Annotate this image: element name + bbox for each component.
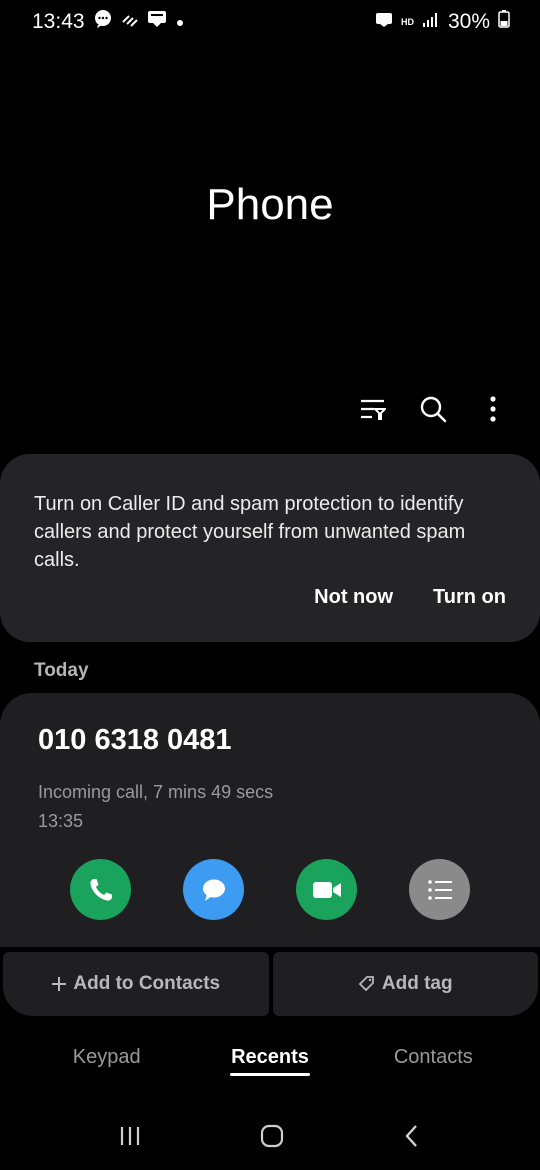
more-vertical-icon [490, 396, 496, 422]
page-title: Phone [206, 180, 334, 229]
home-button[interactable] [259, 1123, 285, 1154]
status-right: HD 30% [375, 10, 510, 34]
wifi-call-icon [121, 10, 139, 34]
not-now-button[interactable]: Not now [314, 586, 393, 609]
chat-notification-icon [93, 9, 113, 35]
call-number: 010 6318 0481 [38, 724, 232, 756]
message-notification-icon [147, 10, 167, 34]
battery-icon [498, 10, 510, 34]
filter-icon [361, 399, 386, 420]
bottom-tabs: Keypad Recents Contacts [0, 1046, 540, 1076]
call-time: 13:35 [38, 811, 84, 831]
caller-id-banner: Turn on Caller ID and spam protection to… [0, 454, 540, 642]
tab-contacts[interactable]: Contacts [363, 1046, 503, 1076]
action-bar [356, 390, 510, 428]
banner-actions: Not now Turn on [314, 586, 506, 609]
back-button[interactable] [402, 1123, 422, 1154]
plus-icon [52, 977, 67, 991]
status-time: 13:43 [32, 10, 85, 33]
home-icon [260, 1124, 284, 1147]
tab-recents-label: Recents [231, 1046, 309, 1068]
add-tag-label: Add tag [381, 973, 453, 994]
details-button[interactable] [409, 859, 470, 920]
call-bottom-actions: Add to Contacts Add tag [3, 952, 538, 1016]
call-detail: Incoming call, 7 mins 49 secs [38, 782, 274, 802]
add-to-contacts-button[interactable]: Add to Contacts [3, 952, 269, 1016]
banner-text: Turn on Caller ID and spam protection to… [34, 493, 466, 571]
hd-voice-label: HD [400, 17, 414, 27]
message-icon [202, 879, 225, 901]
recent-apps-button[interactable] [118, 1124, 142, 1153]
status-left: 13:43 [32, 9, 185, 35]
add-to-contacts-label: Add to Contacts [73, 973, 221, 994]
list-icon [427, 879, 452, 900]
search-button[interactable] [416, 390, 450, 428]
add-tag-button[interactable]: Add tag [272, 952, 538, 1016]
call-actions [70, 859, 470, 920]
more-options-button[interactable] [476, 390, 510, 428]
video-camera-icon [312, 881, 341, 898]
signal-icon [422, 11, 440, 34]
battery-percentage: 30% [447, 10, 490, 33]
phone-icon [89, 878, 112, 901]
tag-icon [358, 976, 374, 992]
call-button[interactable] [70, 859, 131, 920]
message-button[interactable] [183, 859, 244, 920]
system-nav-bar [0, 1110, 540, 1166]
active-tab-indicator [229, 1073, 310, 1076]
notification-badge-icon [375, 11, 393, 34]
more-notifications-dot-icon [175, 11, 185, 34]
search-icon [420, 396, 447, 423]
turn-on-button[interactable]: Turn on [433, 586, 506, 609]
tab-keypad-label: Keypad [72, 1046, 141, 1068]
tab-recents[interactable]: Recents [200, 1046, 340, 1076]
video-call-button[interactable] [296, 859, 357, 920]
tab-keypad[interactable]: Keypad [37, 1046, 177, 1076]
filter-button[interactable] [356, 390, 390, 428]
section-label-today: Today [34, 660, 89, 681]
status-bar: 13:43 HD 30% [0, 0, 540, 44]
tab-contacts-label: Contacts [393, 1046, 473, 1068]
recent-apps-icon [121, 1126, 140, 1145]
back-icon [405, 1124, 417, 1147]
